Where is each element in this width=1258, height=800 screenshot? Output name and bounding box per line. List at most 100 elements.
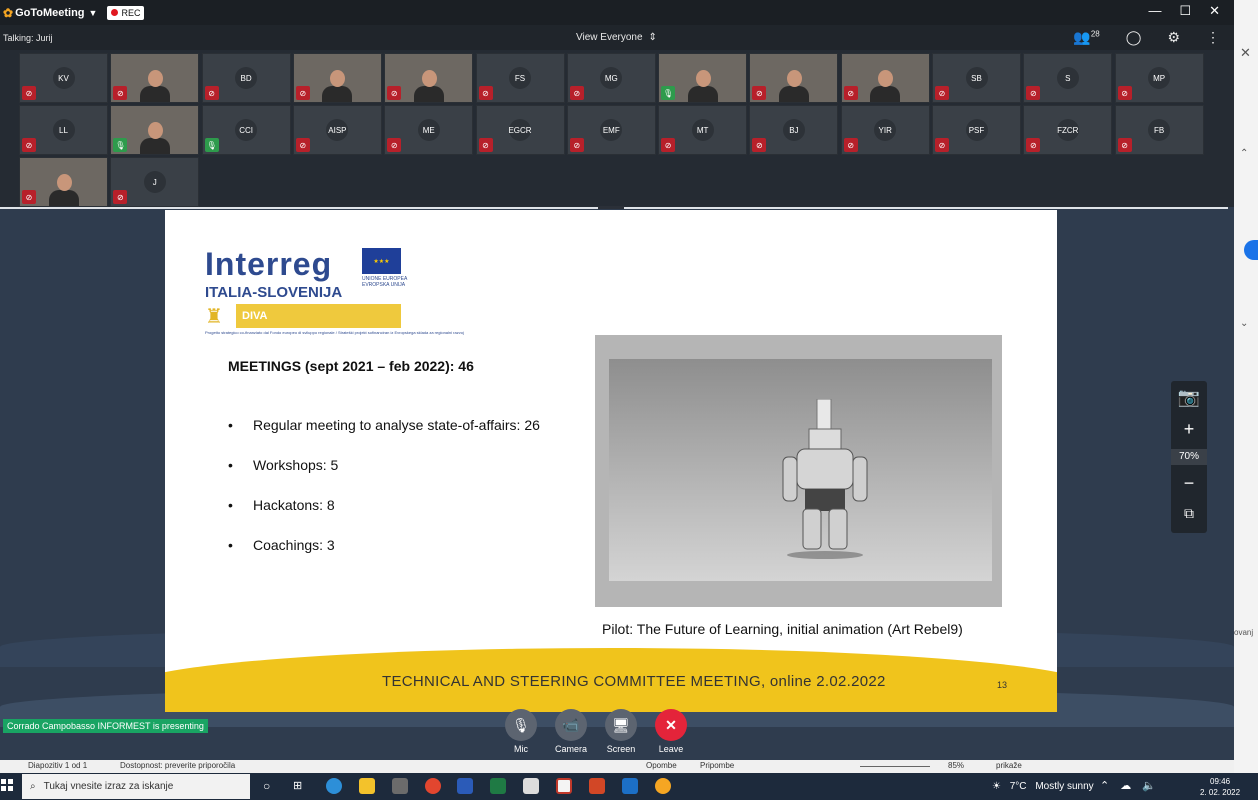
participant-tile[interactable]: ME ⊘ <box>384 105 474 155</box>
participant-tile[interactable]: PSF ⊘ <box>932 105 1021 155</box>
participant-tile[interactable]: ⊘ <box>840 53 930 103</box>
participant-tile[interactable]: MG ⊘ <box>566 53 656 103</box>
bullet-text: Workshops: 5 <box>253 457 339 473</box>
participant-tile[interactable]: 🎙 <box>658 53 748 103</box>
zoom-panel: 📷 + 70% − ⧉ <box>1171 381 1207 533</box>
store-icon[interactable] <box>392 778 408 794</box>
close-icon[interactable]: ✕ <box>1240 45 1251 61</box>
participant-initials: AISP <box>326 119 349 141</box>
eu-flag-icon: ★★★ <box>362 248 401 274</box>
weather-widget[interactable]: ☀ 7°C Mostly sunny <box>992 781 1094 792</box>
participant-tile[interactable]: AISP ⊘ <box>292 105 382 155</box>
camera-button[interactable]: 📹 Camera <box>551 709 591 754</box>
participant-tile[interactable]: ⊘ <box>749 53 839 103</box>
diva-bar: DIVA <box>236 304 401 328</box>
taskbar-search[interactable]: ⌕ Tukaj vnesite izraz za iskanje <box>22 774 250 799</box>
mic-muted-icon: ⊘ <box>113 190 128 204</box>
side-toggle[interactable] <box>1244 240 1258 260</box>
attendees-button[interactable]: 👥28 <box>1073 29 1099 46</box>
video-feed <box>322 68 353 102</box>
zoom-slider[interactable] <box>860 766 930 767</box>
camera-snapshot-icon[interactable]: 📷 <box>1171 387 1207 408</box>
windows-start-icon[interactable] <box>0 778 14 792</box>
participant-tile[interactable]: YIR ⊘ <box>840 105 930 155</box>
accessibility-status[interactable]: Dostopnost: preverite priporočila <box>120 761 235 770</box>
close-button[interactable]: ✕ <box>1209 3 1220 19</box>
zoom-in-button[interactable]: + <box>1171 419 1207 440</box>
mic-muted-icon: ⊘ <box>935 138 949 152</box>
mic-muted-icon: ⊘ <box>843 86 858 100</box>
participant-tile[interactable]: J ⊘ <box>110 157 200 207</box>
chat-icon[interactable]: ◯ <box>1126 29 1142 46</box>
view-selector[interactable]: View Everyone ⇕ <box>576 32 657 43</box>
edge-icon[interactable] <box>326 778 342 794</box>
outlook-icon[interactable] <box>622 778 638 794</box>
search-icon: ⌕ <box>30 781 36 792</box>
excel-icon[interactable] <box>490 778 506 794</box>
participant-tile[interactable]: BD ⊘ <box>201 53 291 103</box>
notes-button[interactable]: Opombe <box>646 761 677 770</box>
participant-tile[interactable]: MP ⊘ <box>1114 53 1204 103</box>
more-icon[interactable]: ⋮ <box>1206 29 1220 46</box>
participant-initials: J <box>143 171 166 193</box>
participant-tile[interactable]: KV ⊘ <box>19 53 108 103</box>
chevron-up-icon[interactable]: ⌃ <box>1100 780 1109 792</box>
participant-tile[interactable]: ⊘ <box>19 157 108 207</box>
participant-tile[interactable]: FZCR ⊘ <box>1023 105 1113 155</box>
bullet-item: • Workshops: 5 <box>228 457 540 497</box>
camera-label: Camera <box>554 744 587 754</box>
participant-tile[interactable]: 🎙 <box>110 105 200 155</box>
participant-tile[interactable]: S ⊘ <box>1023 53 1113 103</box>
shared-slide: Interreg ★★★ UNIONE EUROPEA EVROPSKA UNI… <box>165 210 1057 712</box>
maximize-button[interactable]: ☐ <box>1179 3 1191 19</box>
participant-tile[interactable]: MT ⊘ <box>658 105 748 155</box>
participant-tile[interactable]: EMF ⊘ <box>566 105 656 155</box>
file-explorer-icon[interactable] <box>359 778 375 794</box>
mic-muted-icon: ⊘ <box>661 138 676 152</box>
mail-icon[interactable] <box>523 778 539 794</box>
participant-tile[interactable]: SB ⊘ <box>932 53 1021 103</box>
video-feed <box>48 172 79 206</box>
bullet-text: Regular meeting to analyse state-of-affa… <box>253 417 540 433</box>
comments-button[interactable]: Pripombe <box>700 761 734 770</box>
participant-initials: S <box>1056 67 1079 89</box>
video-feed <box>139 68 170 102</box>
drag-handle[interactable] <box>598 206 624 209</box>
powerpoint-icon[interactable] <box>589 778 605 794</box>
participant-tile[interactable]: ⊘ <box>292 53 382 103</box>
page-number: 13 <box>997 680 1008 690</box>
participant-tile[interactable]: ⊘ <box>110 53 200 103</box>
chevron-down-icon[interactable]: ⌄ <box>1240 318 1248 329</box>
participant-initials: MG <box>600 67 623 89</box>
participant-tile[interactable]: FS ⊘ <box>475 53 565 103</box>
chevron-up-icon[interactable]: ⌃ <box>1240 148 1248 159</box>
pdf-icon[interactable] <box>556 778 572 794</box>
participant-tile[interactable]: EGCR ⊘ <box>475 105 565 155</box>
weather-text: Mostly sunny <box>1035 781 1094 792</box>
participant-tile[interactable]: BJ ⊘ <box>749 105 839 155</box>
robot-figure <box>782 399 868 559</box>
network-icon[interactable]: ☁ <box>1120 780 1131 792</box>
participant-tile[interactable]: ⊘ <box>384 53 474 103</box>
screen-button[interactable]: 🖥 Screen <box>601 709 641 754</box>
participant-tile[interactable]: LL ⊘ <box>19 105 108 155</box>
chrome-icon[interactable] <box>425 778 441 794</box>
popout-icon[interactable]: ⧉ <box>1171 505 1207 522</box>
cortana-icon[interactable]: ○ <box>263 779 270 793</box>
zoom-out-button[interactable]: − <box>1171 473 1207 494</box>
record-dot-icon <box>111 9 119 16</box>
minimize-button[interactable]: — <box>1148 3 1161 19</box>
gear-icon[interactable]: ⚙ <box>1167 29 1180 46</box>
participant-tile[interactable]: FB ⊘ <box>1114 105 1204 155</box>
mic-muted-icon: ⊘ <box>1117 138 1132 152</box>
participant-tile[interactable]: CCI 🎙 <box>201 105 291 155</box>
volume-icon[interactable]: 🔈 <box>1142 780 1156 792</box>
task-view-icon[interactable]: ⊞ <box>293 779 302 792</box>
leave-button[interactable]: ✕ Leave <box>651 709 691 754</box>
clock[interactable]: 09:46 2. 02. 2022 <box>1200 776 1240 798</box>
word-icon[interactable] <box>457 778 473 794</box>
mic-button[interactable]: 🎙 Mic <box>501 709 541 754</box>
gotomeeting-taskbar-icon[interactable] <box>655 778 671 794</box>
app-menu[interactable]: ✿ GoToMeeting ▼ <box>3 6 97 20</box>
system-tray[interactable]: ⌃ ☁ 🔈 <box>1100 779 1156 792</box>
